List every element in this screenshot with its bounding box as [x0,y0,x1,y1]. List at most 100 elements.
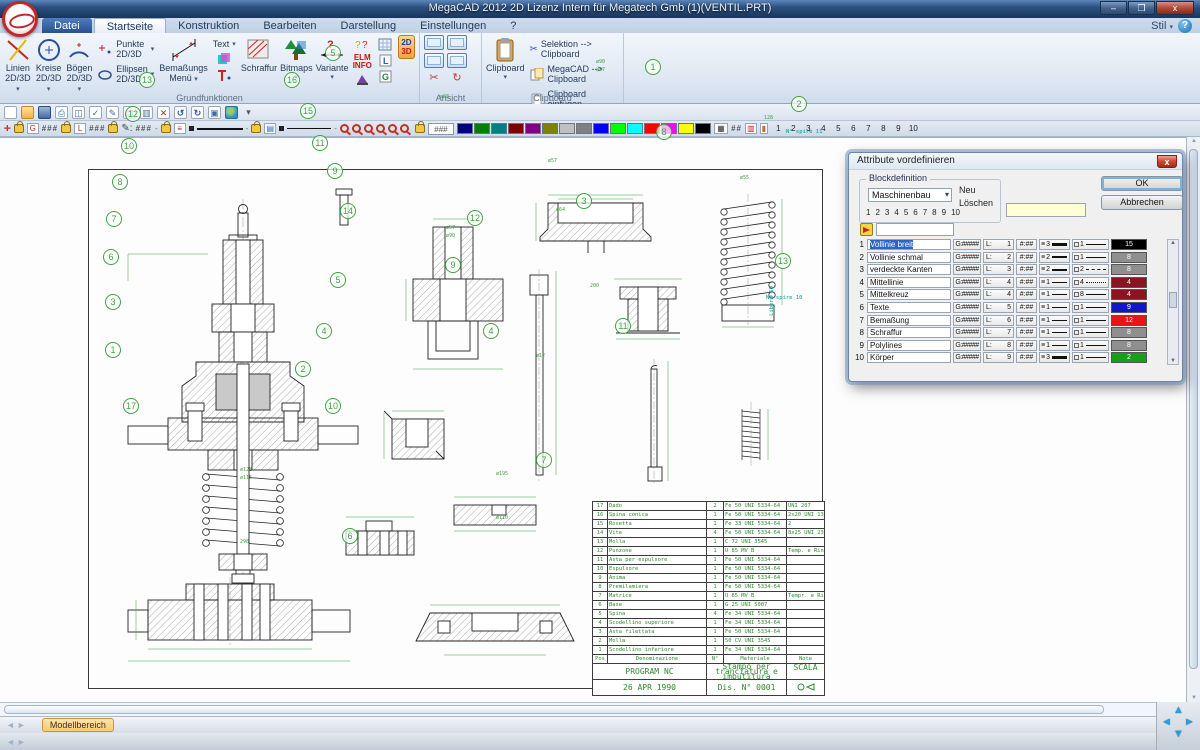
color-cell[interactable]: 8 [1111,252,1147,263]
linetype-button[interactable]: 1 [1072,327,1109,338]
pen-width-button[interactable]: ≡1 [1039,315,1070,326]
attribute-name-input[interactable]: verdeckte Kanten [867,264,951,275]
pen-width-button[interactable]: ≡1 [1039,327,1070,338]
color-swatch-11[interactable] [627,123,643,134]
print-icon[interactable]: ⎙ [55,106,68,119]
lock-icon[interactable] [14,124,24,133]
text-pin-icon[interactable] [217,69,232,82]
add-attr-icon[interactable]: ✛ [4,124,11,133]
attribute-name-input[interactable]: Mittellinie [867,277,951,288]
selektion-clipboard-button[interactable]: ✂ Selektion --> Clipboard [528,38,619,60]
neu-label[interactable]: Neu [959,185,976,195]
undo-icon[interactable]: ↺ [174,106,187,119]
color-cell[interactable]: 15 [1111,239,1147,250]
group-button[interactable]: G:##### [953,277,981,288]
lock-icon[interactable] [251,124,261,133]
tab-[interactable]: ? [498,18,528,33]
hash-button[interactable]: #:## [1016,340,1037,351]
pan-down-icon[interactable]: ▼ [1173,728,1184,740]
pen-width-button[interactable]: ≡1 [1039,289,1070,300]
block-number-2[interactable]: 2 [875,208,879,217]
more-dropdown-icon[interactable]: ▾ [242,106,255,119]
block-number-1[interactable]: 1 [866,208,870,217]
attribute-name-input[interactable]: Vollinie breit [867,239,951,250]
palette-icon[interactable]: ▥ [745,123,757,134]
tab-modellbereich[interactable]: Modellbereich [42,718,114,732]
linetype-button[interactable]: 4 [1072,277,1109,288]
snap-number-2[interactable]: 2 [786,124,801,133]
tab-bearbeiten[interactable]: Bearbeiten [251,18,328,33]
dialog-close-button[interactable]: x [1157,155,1177,168]
megacad-clipboard-button[interactable]: MegaCAD --> Clipboard [528,63,619,85]
color-cell[interactable]: 12 [1111,315,1147,326]
help-icon[interactable]: ? [1178,19,1192,33]
hash-button[interactable]: #:## [1016,239,1037,250]
dialog-scrollbar-thumb[interactable] [1169,292,1177,308]
delete-tool-icon[interactable]: ✕ [157,106,170,119]
attribute-name-input[interactable]: Körper [867,352,951,363]
group-value[interactable]: ### [42,124,58,133]
linetype-button[interactable]: 1 [1072,315,1109,326]
pan-up-icon[interactable]: ▲ [1173,704,1184,716]
snap-number-1[interactable]: 1 [771,124,786,133]
group-button[interactable]: G:##### [953,302,981,313]
group-g-icon[interactable]: G [378,70,393,83]
bemassung-button[interactable]: Bemaßungs Menü ▾ [159,35,208,91]
pen-width-button[interactable]: ≡1 [1039,340,1070,351]
color-cell[interactable]: 4 [1111,277,1147,288]
color-swatch-14[interactable] [678,123,694,134]
pen-width-button[interactable]: ≡3 [1039,239,1070,250]
horizontal-scrollbar-thumb[interactable] [4,705,1104,714]
group-button[interactable]: G:##### [953,264,981,275]
doc-import-icon[interactable]: ▥ [140,106,153,119]
lock-icon[interactable] [108,124,118,133]
tab-startseite[interactable]: Startseite [94,18,166,33]
kreise-button[interactable]: Kreise 2D/3D ▾ [35,35,63,91]
solid-tool-icon[interactable] [355,73,370,86]
group-button[interactable]: G:##### [953,352,981,363]
view-window-icon[interactable] [424,35,444,50]
schraffur-button[interactable]: Schraffur [241,35,277,91]
block-name-input[interactable] [1006,203,1086,217]
doc-check-icon[interactable]: ✓ [89,106,102,119]
lock-icon[interactable] [61,124,71,133]
color-cell[interactable]: 8 [1111,340,1147,351]
hash-button[interactable]: #:## [1016,352,1037,363]
layer-button[interactable]: L:1 [983,239,1014,250]
group-button[interactable]: G:##### [953,252,981,263]
hash-button[interactable]: #:## [1016,315,1037,326]
snap-number-5[interactable]: 5 [831,124,846,133]
vertical-scrollbar-thumb[interactable] [1189,149,1198,669]
color-swatch-4[interactable] [508,123,524,134]
hash-button[interactable]: #:## [1016,302,1037,313]
tab-next-icon[interactable]: ► [17,720,26,730]
punkte-button[interactable]: Punkte 2D/3D▾ [96,38,156,60]
linetype-sample[interactable] [287,128,331,129]
linetype-button[interactable]: 1 [1072,302,1109,313]
color-cell[interactable]: 2 [1111,352,1147,363]
color-cell[interactable]: 9 [1111,302,1147,313]
linewidth-sample[interactable] [197,128,243,130]
hash-button[interactable]: #:## [1016,327,1037,338]
pen-value[interactable]: ### [136,124,152,133]
doc-export-icon[interactable]: ▤ [123,106,136,119]
stripe-icon[interactable]: ▮ [760,123,768,134]
elm-info-button[interactable]: ELM INFO [352,54,373,70]
snap-number-3[interactable]: 3 [801,124,816,133]
lock-icon[interactable] [161,124,171,133]
cancel-button[interactable]: Abbrechen [1101,195,1183,210]
linien-button[interactable]: Linien 2D/3D ▾ [4,35,32,91]
bitmaps-button[interactable]: Bitmaps ▾ [280,35,313,91]
attribute-name-input[interactable]: Bemaßung [867,315,951,326]
layer-button[interactable]: L:9 [983,352,1014,363]
pen-width-button[interactable]: ≡2 [1039,264,1070,275]
hash-button[interactable]: #:## [1016,264,1037,275]
snap-number-8[interactable]: 8 [876,124,891,133]
tab-datei[interactable]: Datei [42,18,92,33]
macro-icon[interactable]: ▣ [208,106,221,119]
variante-button[interactable]: ? Variante ▾ [316,35,349,91]
view-split-icon[interactable] [424,53,444,68]
layer-button[interactable]: L:4 [983,289,1014,300]
minimize-button[interactable]: – [1100,1,1127,15]
tab-einstellungen[interactable]: Einstellungen [408,18,498,33]
